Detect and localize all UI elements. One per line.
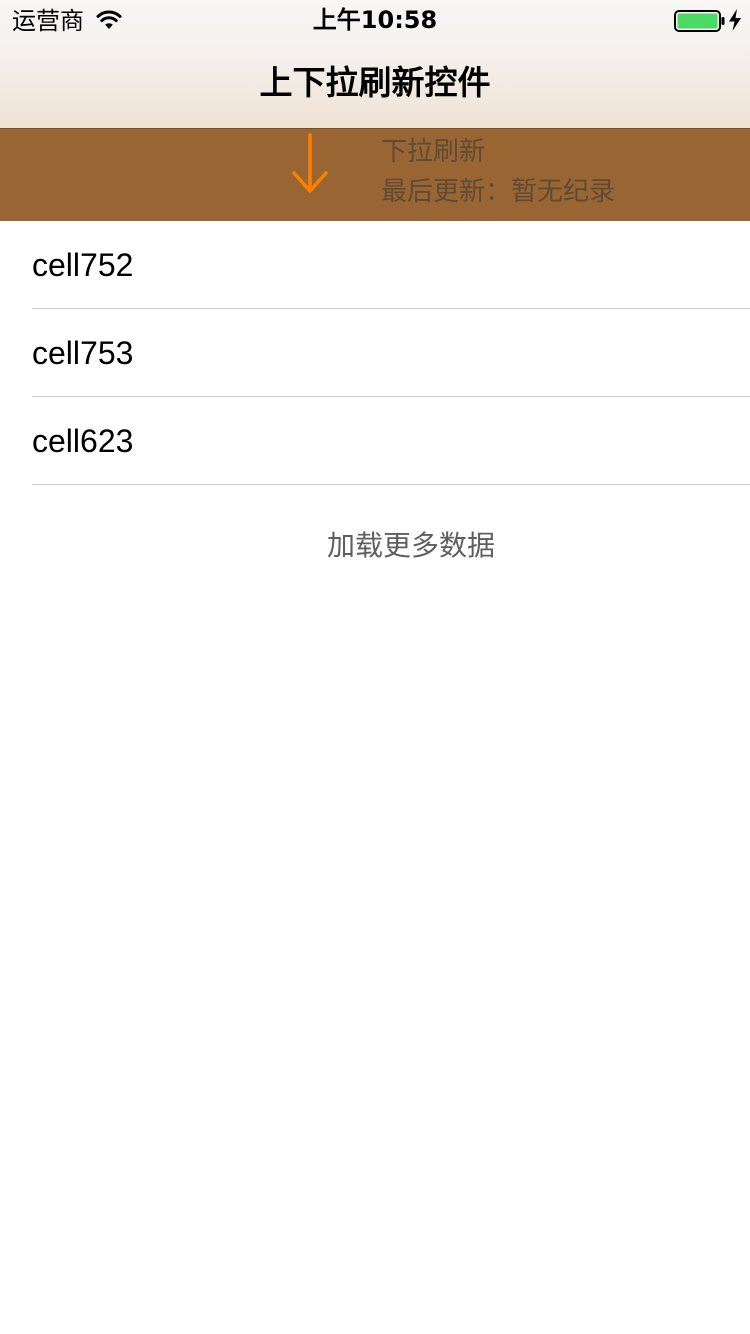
navigation-bar: 上下拉刷新控件 (0, 40, 750, 128)
last-update-label: 最后更新：暂无纪录 (381, 177, 616, 207)
arrow-down-icon (292, 133, 328, 193)
battery-full-icon (674, 10, 725, 32)
page-title: 上下拉刷新控件 (259, 63, 491, 102)
row-separator (32, 484, 750, 485)
refresh-state-label: 下拉刷新 (381, 137, 486, 167)
charging-bolt-icon (729, 9, 741, 31)
cell-label: cell753 (32, 335, 134, 371)
table-row[interactable]: cell623 (0, 397, 750, 485)
app-screen: 运营商 上午10:58 上下拉刷新控件 下拉刷新 最后更新：暂无纪录 cell7… (0, 0, 750, 1334)
pull-to-refresh-header: 下拉刷新 最后更新：暂无纪录 (0, 128, 750, 221)
status-bar: 运营商 上午10:58 (0, 0, 750, 40)
top-bars: 运营商 上午10:58 上下拉刷新控件 (0, 0, 750, 128)
table-view[interactable]: cell752 cell753 cell623 (0, 221, 750, 485)
load-more-button[interactable]: 加载更多数据 (0, 508, 750, 588)
table-row[interactable]: cell752 (0, 221, 750, 309)
table-row[interactable]: cell753 (0, 309, 750, 397)
cell-label: cell623 (32, 423, 134, 459)
status-time: 上午10:58 (312, 6, 438, 34)
cell-label: cell752 (32, 247, 134, 283)
